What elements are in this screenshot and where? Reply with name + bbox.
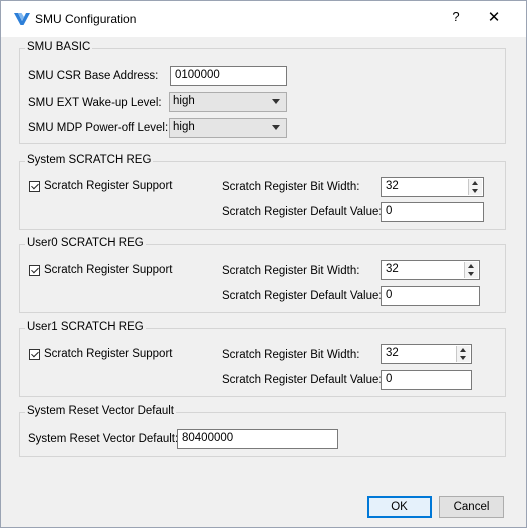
mdp-poweroff-level-select[interactable]: high [169, 118, 287, 138]
mdp-poweroff-level-label: SMU MDP Power-off Level: [28, 122, 169, 134]
csr-base-address-label: SMU CSR Base Address: [28, 70, 159, 82]
user1-scratch-support-checkbox[interactable] [29, 349, 40, 360]
spin-buttons[interactable] [456, 346, 470, 362]
user1-scratch-width-label: Scratch Register Bit Width: [222, 349, 360, 361]
group-title-user0-scratch: User0 SCRATCH REG [25, 237, 146, 249]
ext-wakeup-level-value: high [173, 95, 195, 107]
user1-scratch-support-label: Scratch Register Support [44, 348, 173, 360]
user1-scratch-width-spinbox[interactable]: 32 [381, 344, 472, 364]
user0-scratch-width-spinbox[interactable]: 32 [381, 260, 480, 280]
user0-scratch-support-checkbox[interactable] [29, 265, 40, 276]
user1-scratch-width-value: 32 [386, 347, 399, 359]
ext-wakeup-level-select[interactable]: high [169, 92, 287, 112]
group-title-smu-basic: SMU BASIC [25, 41, 93, 53]
app-logo-icon [14, 13, 30, 25]
user0-scratch-default-input[interactable]: 0 [381, 286, 480, 306]
user1-scratch-default-label: Scratch Register Default Value: [222, 374, 382, 386]
smu-configuration-dialog: SMU Configuration ? ✕ SMU BASIC SMU CSR … [0, 0, 527, 528]
cancel-button[interactable]: Cancel [439, 496, 504, 518]
user0-scratch-support-label: Scratch Register Support [44, 264, 173, 276]
ok-button[interactable]: OK [367, 496, 432, 518]
group-title-system-reset-vector: System Reset Vector Default [25, 405, 177, 417]
spin-buttons[interactable] [464, 262, 478, 278]
system-scratch-default-label: Scratch Register Default Value: [222, 206, 382, 218]
csr-base-address-input[interactable]: 0100000 [170, 66, 287, 86]
chevron-down-icon [272, 125, 280, 130]
system-scratch-width-value: 32 [386, 180, 399, 192]
user0-scratch-width-value: 32 [386, 263, 399, 275]
system-reset-vector-label: System Reset Vector Default: [28, 433, 179, 445]
group-title-system-scratch: System SCRATCH REG [25, 154, 154, 166]
chevron-down-icon [272, 99, 280, 104]
system-scratch-width-spinbox[interactable]: 32 [381, 177, 484, 197]
system-scratch-default-input[interactable]: 0 [381, 202, 484, 222]
user0-scratch-default-label: Scratch Register Default Value: [222, 290, 382, 302]
help-button[interactable]: ? [448, 9, 464, 24]
title-bar: SMU Configuration ? ✕ [1, 1, 526, 37]
window-title: SMU Configuration [35, 12, 137, 26]
arrow-up-icon [460, 348, 466, 352]
arrow-up-icon [468, 264, 474, 268]
arrow-down-icon [468, 272, 474, 276]
arrow-down-icon [460, 356, 466, 360]
spin-buttons[interactable] [468, 179, 482, 195]
mdp-poweroff-level-value: high [173, 121, 195, 133]
user1-scratch-default-input[interactable]: 0 [381, 370, 472, 390]
system-scratch-support-label: Scratch Register Support [44, 180, 173, 192]
user0-scratch-width-label: Scratch Register Bit Width: [222, 265, 360, 277]
ext-wakeup-level-label: SMU EXT Wake-up Level: [28, 97, 162, 109]
system-scratch-support-checkbox[interactable] [29, 181, 40, 192]
close-button[interactable]: ✕ [485, 8, 503, 26]
system-scratch-width-label: Scratch Register Bit Width: [222, 181, 360, 193]
arrow-down-icon [472, 189, 478, 193]
group-title-user1-scratch: User1 SCRATCH REG [25, 321, 146, 333]
arrow-up-icon [472, 181, 478, 185]
system-reset-vector-input[interactable]: 80400000 [177, 429, 338, 449]
